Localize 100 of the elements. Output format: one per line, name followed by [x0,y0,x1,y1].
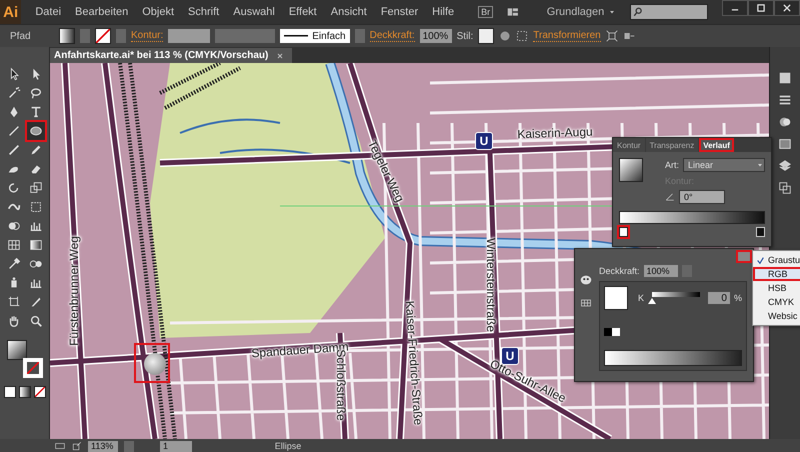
gradient-mode-button[interactable] [18,386,30,398]
object-type-label: Pfad [10,30,32,42]
artboards-icon [778,181,792,195]
slider-thumb[interactable] [648,298,656,304]
type-label: Art: [665,160,680,170]
search-icon [633,7,644,17]
mesh-icon [6,238,20,252]
globe-icon [499,30,512,42]
check-icon [756,256,764,264]
angle-field[interactable]: 0° [679,190,725,204]
type-dropdown[interactable]: Linear [683,158,765,172]
street-label: Kaiser-Friedrich-Straße [402,300,426,426]
gradient-swatch[interactable] [619,158,643,182]
page-field[interactable]: 1 [160,440,192,452]
street-label: Fürstenbrunner Weg [67,236,81,346]
gradient-preview-bar[interactable] [619,211,765,224]
gradient-icon [778,137,792,151]
menu-item[interactable]: Schrift [188,6,220,18]
stroke-weight-field[interactable] [168,29,210,43]
menu-item[interactable]: Bearbeiten [75,6,128,18]
share-icon [72,441,82,451]
menu-item[interactable]: Datei [35,6,62,18]
fill-swatch[interactable] [6,340,26,360]
street-label: Wintersteinstraße [484,238,498,332]
scale-icon [28,181,42,195]
gradient-stop[interactable] [619,227,628,237]
minimize-button[interactable] [722,0,748,16]
panel-tab[interactable]: Verlauf [699,138,734,152]
maximize-button[interactable] [748,0,774,16]
color-mode-button[interactable] [4,386,16,398]
subway-sign: U [501,347,519,365]
default-color-swatch[interactable] [612,328,620,336]
menu-item[interactable]: Auswahl [233,6,275,18]
brush-icon [6,143,20,157]
menu-item[interactable]: Graustu [753,253,800,267]
grid-icon [516,30,528,42]
transform-link[interactable]: Transformieren [533,30,601,42]
magic-wand-icon [6,86,20,100]
style-label: Stil: [456,30,474,42]
menu-item[interactable]: CMYK [753,295,800,309]
menu-item[interactable]: Ansicht [330,6,367,18]
none-mode-button[interactable] [34,386,46,398]
zoom-field[interactable]: 113% [88,440,118,452]
search-field[interactable] [630,4,708,20]
spectrum-bar[interactable] [604,350,742,366]
layout-icon [507,6,519,18]
color-swatch[interactable] [604,286,628,310]
menu-item[interactable]: Objekt [142,6,174,18]
color-icon [778,71,792,85]
fill-swatch[interactable] [59,28,75,44]
app-logo: Ai [0,0,22,24]
unit-label: % [734,293,742,303]
free-transform-icon [28,200,42,214]
close-icon [782,3,792,13]
line-style-icon [284,34,308,38]
maximize-icon [756,3,766,13]
palette-icon [579,273,593,287]
menu-item[interactable]: Fenster [380,6,418,18]
pencil-icon [28,143,42,157]
style-swatch[interactable] [478,28,494,44]
document-tab[interactable]: Anfahrtskarte.ai* bei 113 % (CMYK/Vorschau) [50,48,292,63]
close-button[interactable] [774,0,800,16]
workspace-switcher[interactable]: Grundlagen [546,6,616,18]
eyedropper-icon [6,257,20,271]
menu-item[interactable]: Websic [753,309,800,323]
menu-item[interactable]: Hilfe [432,6,454,18]
caret-icon [756,161,764,169]
stroke-style-field[interactable]: Einfach [280,29,350,43]
stroke-swatch[interactable] [95,28,111,44]
rotate-icon [6,181,20,195]
opacity-field[interactable]: 100% [644,265,678,277]
tool-button[interactable] [26,122,44,140]
artboard-icon [6,295,20,309]
value-field[interactable]: 0 [708,292,730,304]
lines-icon [778,93,792,107]
subway-sign: U [475,132,493,150]
channel-label: K [638,293,644,303]
menu-item[interactable]: HSB [753,281,800,295]
line-icon [6,124,20,138]
type-icon [28,105,42,119]
opacity-field[interactable]: 100% [420,29,452,43]
frame-icon [606,30,618,42]
lasso-icon [28,86,42,100]
layers-icon [778,159,792,173]
variable-width-field[interactable] [215,29,276,43]
circles-icon [778,115,792,129]
opacity-label: Deckkraft: [599,266,640,276]
angle-icon [665,192,675,202]
bridge-button[interactable]: Br [478,6,494,18]
shape-builder-icon [6,219,20,233]
menu-item[interactable]: Effekt [288,6,317,18]
panel-tab[interactable]: Kontur [613,138,645,152]
default-color-swatch[interactable] [604,328,612,336]
swatches-icon [580,297,592,309]
stroke-link[interactable]: Kontur: [131,30,164,42]
menu-item[interactable]: RGB [753,267,800,281]
panel-tab[interactable]: Transparenz [646,138,698,152]
ellipse-icon [28,124,42,138]
close-icon [276,52,284,60]
opacity-link[interactable]: Deckkraft: [370,30,415,42]
